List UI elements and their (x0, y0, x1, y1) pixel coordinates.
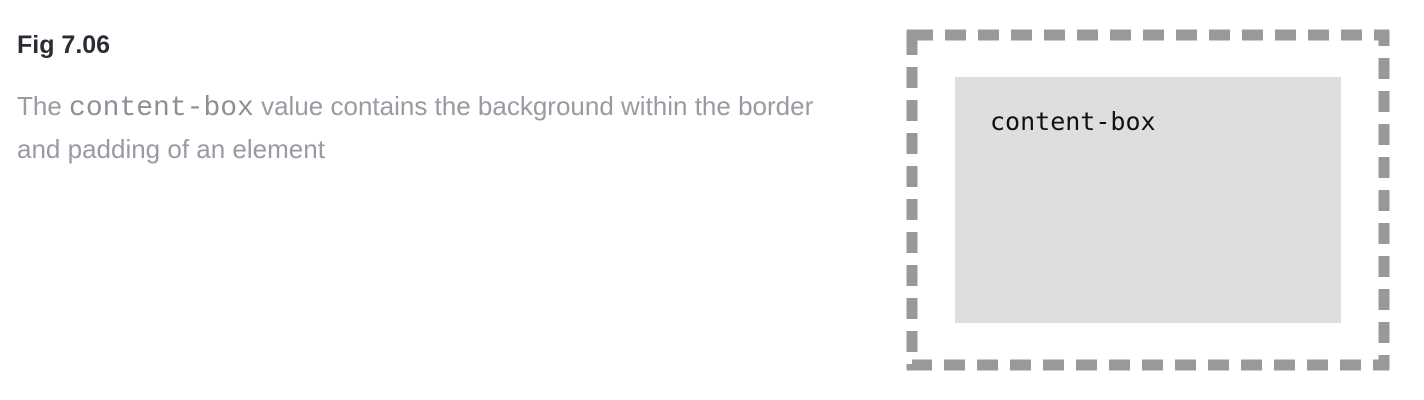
content-box-label: content-box (990, 107, 1156, 136)
caption-code-term: content-box (69, 93, 254, 124)
box-model-diagram (906, 29, 1390, 371)
figure-caption: The content-box value contains the backg… (17, 86, 837, 169)
caption-text-start: The (17, 91, 70, 121)
figure-number: Fig 7.06 (17, 31, 111, 59)
